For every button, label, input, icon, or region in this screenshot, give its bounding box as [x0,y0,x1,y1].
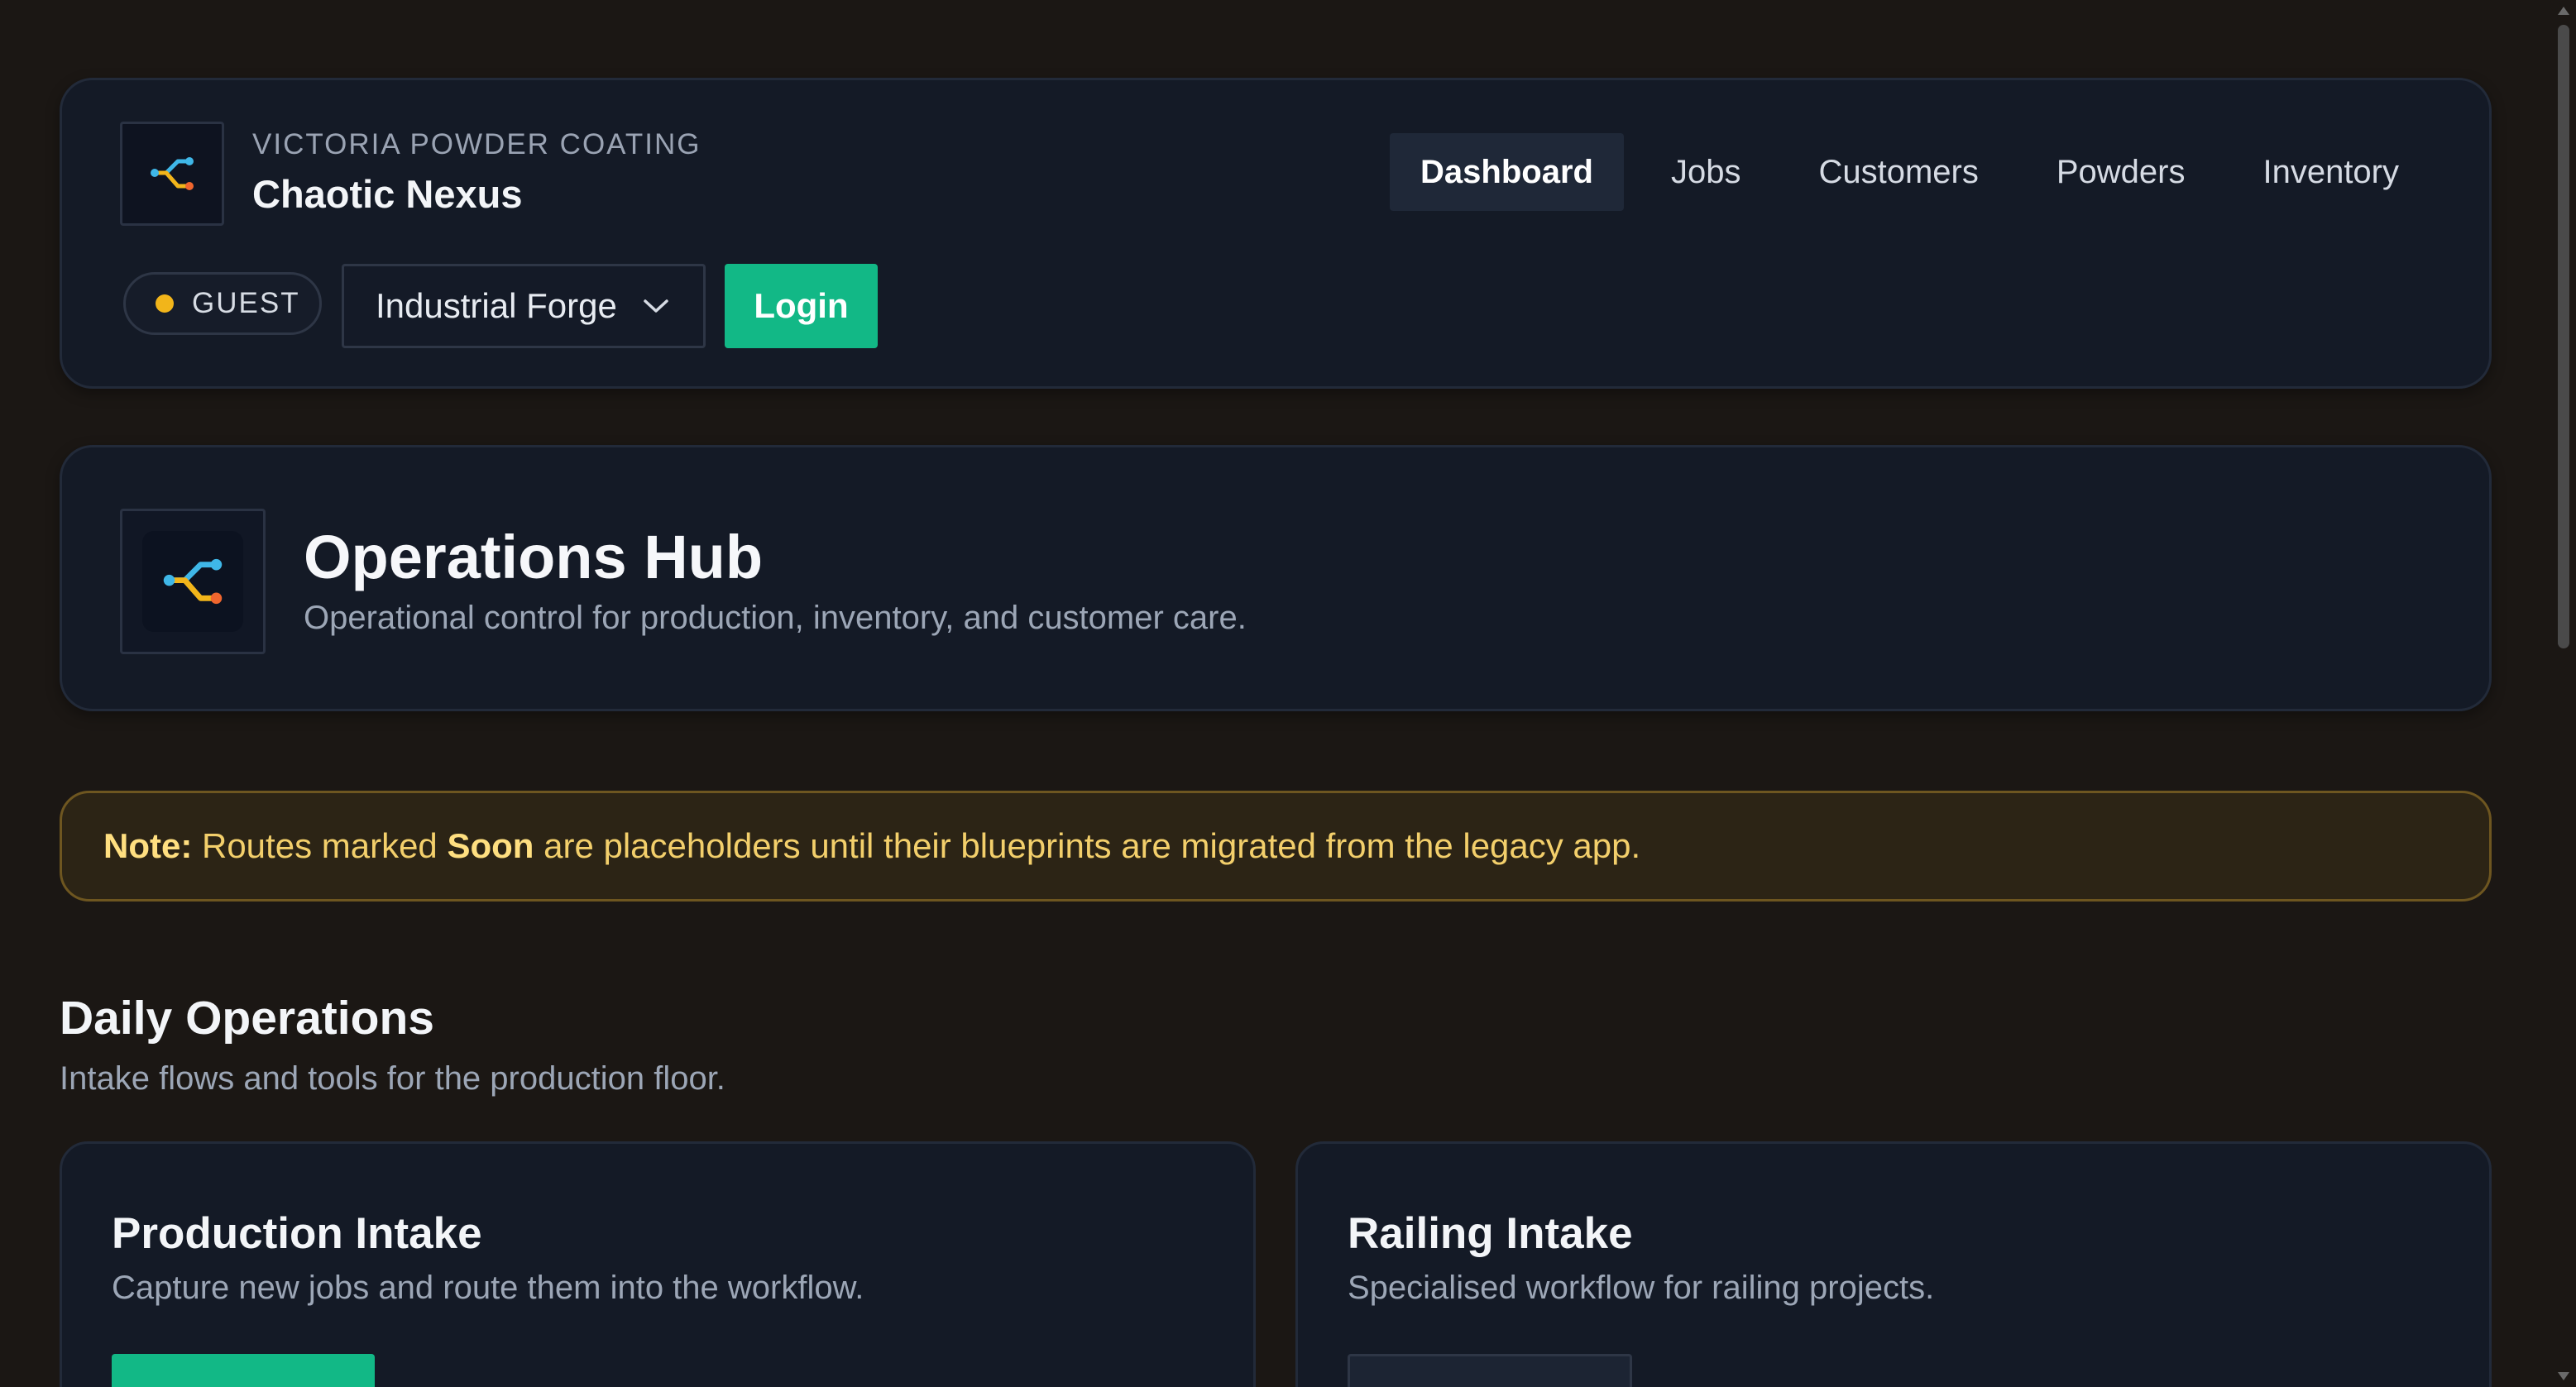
page-scrollbar[interactable] [2551,0,2576,1387]
section-subtitle: Intake flows and tools for the productio… [60,1060,725,1097]
theme-select-value: Industrial Forge [376,286,617,325]
scroll-up-icon[interactable] [2558,7,2569,15]
app-name: Chaotic Nexus [252,172,523,216]
tool-card-title: Railing Intake [1348,1209,1633,1258]
page-title: Operations Hub [304,523,764,591]
company-name: VICTORIA POWDER COATING [252,128,701,160]
nav-customers[interactable]: Customers [1788,133,2009,211]
nav-inventory[interactable]: Inventory [2232,133,2430,211]
tool-card-secondary-button[interactable] [1348,1354,1632,1387]
main-nav: Dashboard Jobs Customers Powders Invento… [1390,133,2430,211]
login-button[interactable]: Login [725,264,878,348]
brand-logo[interactable] [120,122,224,226]
note-text-after: are placeholders until their blueprints … [534,826,1641,865]
tool-card-primary-button[interactable] [112,1354,375,1387]
tool-card-production-intake[interactable]: Production Intake Capture new jobs and r… [60,1141,1256,1387]
section-title: Daily Operations [60,992,434,1045]
app-header: VICTORIA POWDER COATING Chaotic Nexus Da… [60,78,2492,389]
user-status-badge: GUEST [123,272,322,335]
flow-branch-icon [163,558,223,605]
hero-card: Operations Hub Operational control for p… [60,445,2492,711]
info-note: Note: Routes marked Soon are placeholder… [60,791,2492,902]
nav-dashboard[interactable]: Dashboard [1390,133,1624,211]
note-prefix: Note: [103,826,193,865]
theme-select[interactable]: Industrial Forge [342,264,706,348]
tool-card-description: Specialised workflow for railing project… [1348,1270,1935,1306]
tool-card-railing-intake[interactable]: Railing Intake Specialised workflow for … [1295,1141,2492,1387]
tool-card-description: Capture new jobs and route them into the… [112,1270,864,1306]
page-subtitle: Operational control for production, inve… [304,600,1247,636]
tool-card-title: Production Intake [112,1209,482,1258]
flow-branch-icon [151,157,194,190]
hero-logo-tile [142,531,243,632]
nav-jobs[interactable]: Jobs [1640,133,1772,211]
scroll-thumb[interactable] [2558,25,2569,648]
note-text-before: Routes marked [192,826,448,865]
scroll-down-icon[interactable] [2558,1372,2569,1380]
status-dot-icon [156,294,174,313]
chevron-down-icon [644,299,668,313]
user-role-label: GUEST [192,287,300,319]
note-highlight: Soon [447,826,534,865]
nav-powders[interactable]: Powders [2026,133,2216,211]
hero-logo [120,509,266,654]
